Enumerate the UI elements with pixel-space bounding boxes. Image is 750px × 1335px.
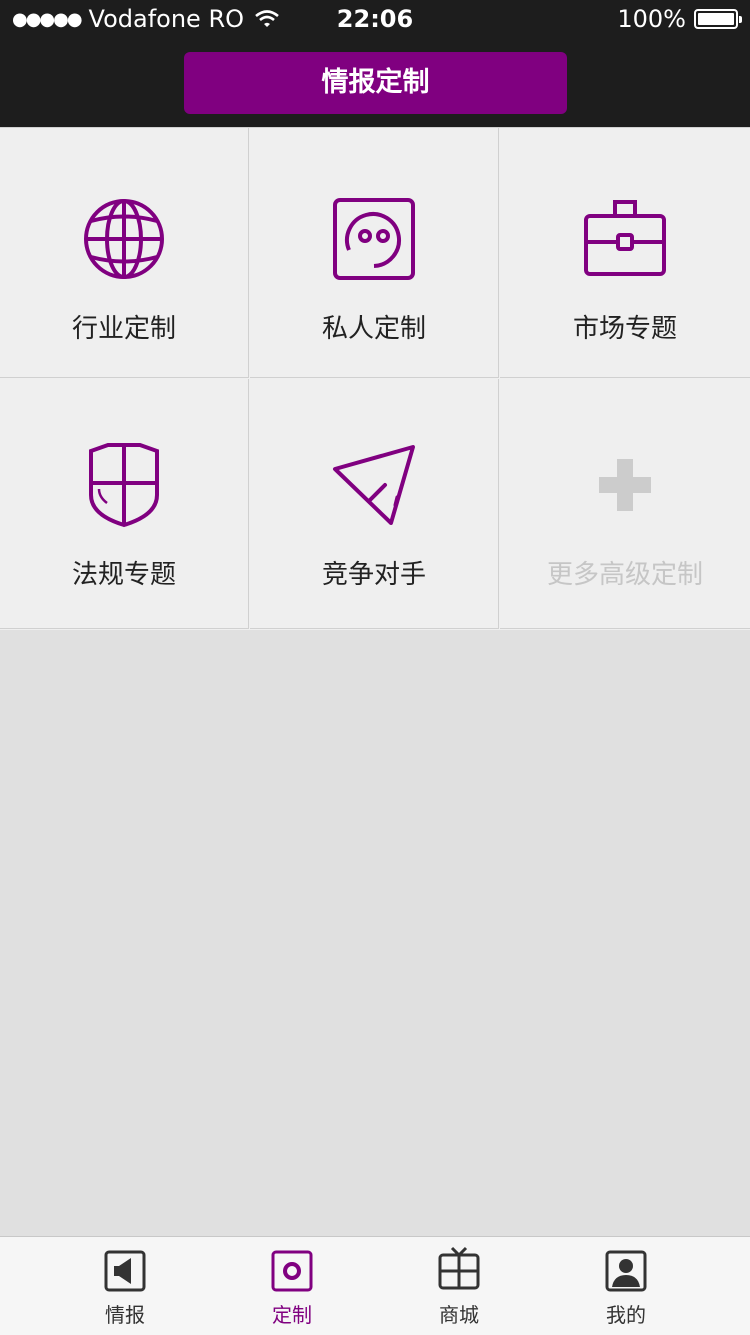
user-icon [605, 1250, 647, 1292]
gift-icon [438, 1246, 480, 1290]
page-title-button[interactable]: 情报定制 [184, 52, 567, 114]
nav-bar: 情报定制 [0, 40, 750, 127]
grid-item-label: 行业定制 [71, 314, 176, 344]
paper-plane-icon [333, 445, 415, 525]
grid-item-competitor[interactable]: 竞争对手 [250, 379, 499, 629]
grid-item-label: 市场专题 [572, 314, 677, 344]
globe-icon [84, 199, 164, 279]
tab-intelligence[interactable]: 情报 [70, 1237, 180, 1335]
tab-mall[interactable]: 商城 [404, 1237, 514, 1335]
speaker-icon [104, 1250, 146, 1292]
grid-item-regulation[interactable]: 法规专题 [0, 379, 249, 629]
face-icon [333, 198, 415, 280]
status-bar: ●●●●● Vodafone RO 22:06 100% [0, 0, 750, 40]
tab-custom[interactable]: 定制 [237, 1237, 347, 1335]
status-right: 100% [617, 5, 742, 33]
grid-item-industry[interactable]: 行业定制 [0, 128, 249, 378]
tab-label: 商城 [439, 1303, 479, 1327]
grid-item-label: 私人定制 [321, 314, 426, 344]
grid-item-label: 更多高级定制 [546, 560, 703, 590]
category-grid: 行业定制 私人定制 市场专题 法规专题 竞争对手 更多高级定制 [0, 127, 750, 630]
tab-label: 我的 [606, 1303, 646, 1327]
shield-icon [89, 443, 159, 528]
grid-item-more[interactable]: 更多高级定制 [500, 379, 750, 629]
battery-percent: 100% [617, 5, 686, 33]
tab-label: 定制 [272, 1303, 312, 1327]
grid-item-label: 竞争对手 [321, 560, 426, 590]
tab-label: 情报 [105, 1303, 145, 1327]
grid-item-private[interactable]: 私人定制 [250, 128, 499, 378]
battery-icon [694, 9, 742, 29]
briefcase-icon [584, 200, 666, 276]
tab-mine[interactable]: 我的 [571, 1237, 681, 1335]
plus-icon [599, 459, 651, 511]
grid-item-label: 法规专题 [71, 560, 176, 590]
grid-item-market[interactable]: 市场专题 [500, 128, 750, 378]
custom-icon [271, 1250, 313, 1292]
tab-bar: 情报 定制 商城 我的 [0, 1236, 750, 1335]
